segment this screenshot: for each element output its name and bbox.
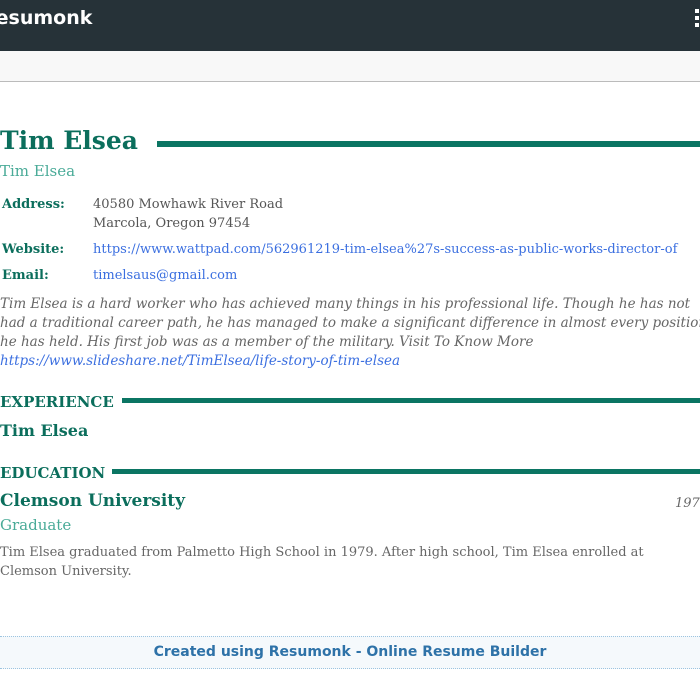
- education-degree: Graduate: [0, 516, 72, 534]
- resume-name: Tim Elsea: [0, 126, 138, 155]
- name-divider: [157, 141, 700, 147]
- footer-link[interactable]: Created using Resumonk - Online Resume B…: [154, 644, 547, 660]
- education-description: Tim Elsea graduated from Palmetto High S…: [0, 545, 644, 579]
- email-link[interactable]: timelsaus@gmail.com: [93, 268, 237, 283]
- toolbar: [0, 51, 700, 82]
- education-school: Clemson University: [0, 491, 186, 511]
- education-date: 1979: [675, 496, 700, 511]
- more-vertical-icon[interactable]: [695, 9, 700, 31]
- experience-divider: [122, 398, 700, 403]
- address-line2: Marcola, Oregon 97454: [93, 216, 251, 231]
- education-heading: EDUCATION: [0, 464, 106, 482]
- email-label: Email:: [2, 268, 49, 283]
- address-label: Address:: [2, 197, 65, 212]
- resume-subtitle: Tim Elsea: [0, 162, 76, 180]
- experience-title: Tim Elsea: [0, 421, 89, 440]
- brand-logo[interactable]: Resumonk: [0, 7, 92, 29]
- experience-heading: EXPERIENCE: [0, 393, 114, 411]
- education-divider: [112, 469, 700, 474]
- footer: Created using Resumonk - Online Resume B…: [0, 636, 700, 669]
- summary-text: Tim Elsea is a hard worker who has achie…: [0, 296, 700, 350]
- website-link[interactable]: https://www.wattpad.com/562961219-tim-el…: [93, 242, 677, 257]
- summary-link[interactable]: https://www.slideshare.net/TimElsea/life…: [0, 353, 400, 369]
- address-line1: 40580 Mowhawk River Road: [93, 197, 284, 212]
- app-header: Resumonk: [0, 0, 700, 51]
- summary: Tim Elsea is a hard worker who has achie…: [0, 295, 700, 371]
- website-label: Website:: [2, 242, 65, 257]
